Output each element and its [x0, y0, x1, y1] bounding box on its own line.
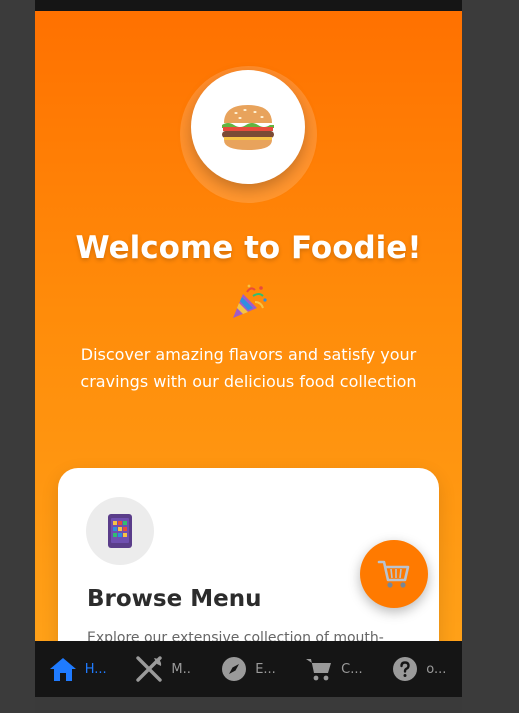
nav-label-home: H...: [84, 661, 107, 677]
home-icon: [49, 658, 76, 681]
compass-icon: [222, 657, 247, 681]
burger-icon: [222, 105, 274, 150]
welcome-title: Welcome to Foodie!: [75, 230, 422, 266]
card-title: Browse Menu: [87, 586, 262, 612]
nav-item-menu[interactable]: M..: [120, 641, 205, 697]
cart-icon: [306, 659, 332, 681]
nav-item-explore[interactable]: E...: [206, 641, 291, 697]
status-bar: [35, 0, 462, 11]
nav-label-cart: C...: [341, 661, 363, 677]
card-icon-container: [86, 497, 154, 565]
menu-tablet-icon: [108, 514, 132, 548]
bottom-navigation: H... M.. E... C... o...: [35, 641, 462, 697]
hero-icon-container: [191, 70, 305, 184]
nav-label-help: o...: [426, 661, 447, 677]
outer-background-left: [0, 0, 35, 713]
cart-fab-button[interactable]: [360, 540, 428, 608]
outer-background-right: [462, 0, 519, 713]
nav-item-cart[interactable]: C...: [291, 641, 376, 697]
shopping-cart-icon: [377, 560, 410, 588]
nav-label-explore: E...: [255, 661, 276, 677]
nav-item-home[interactable]: H...: [35, 641, 120, 697]
party-popper-icon: [229, 282, 269, 322]
welcome-subtitle: Discover amazing flavors and satisfy you…: [80, 345, 417, 391]
utensils-icon: [136, 656, 163, 682]
help-icon: [393, 657, 418, 681]
nav-label-menu: M..: [171, 661, 191, 677]
nav-item-help[interactable]: o...: [377, 641, 462, 697]
app-screen: Welcome to Foodie! Discover amazing flav…: [35, 0, 462, 697]
